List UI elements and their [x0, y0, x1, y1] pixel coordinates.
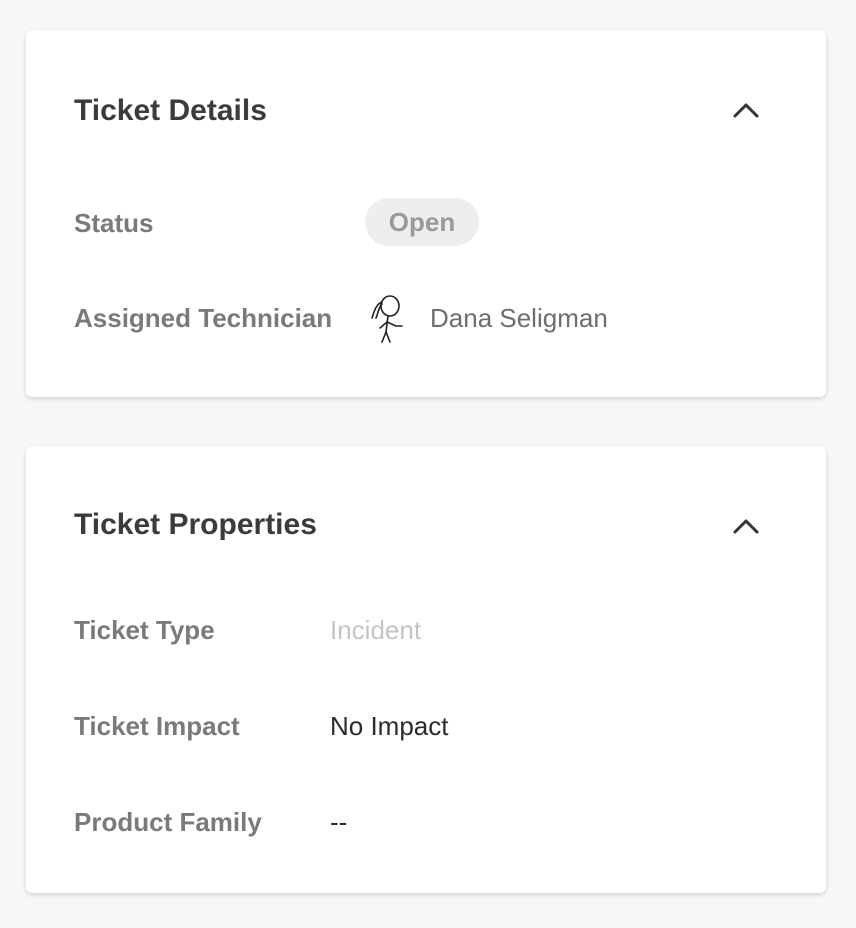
ticket-details-title: Ticket Details: [74, 94, 267, 127]
ticket-details-card: Ticket Details Status Open Assigned Tech…: [26, 30, 826, 397]
chevron-up-icon: [733, 519, 759, 534]
status-label: Status: [74, 208, 154, 238]
assigned-technician-name[interactable]: Dana Seligman: [430, 305, 608, 331]
ticket-type-label: Ticket Type: [74, 615, 215, 645]
ticket-impact-label: Ticket Impact: [74, 711, 240, 741]
ticket-impact-value[interactable]: No Impact: [330, 713, 449, 739]
ticket-type-value[interactable]: Incident: [330, 617, 421, 643]
product-family-label: Product Family: [74, 807, 262, 837]
chevron-up-icon: [733, 103, 759, 118]
product-family-value[interactable]: --: [330, 809, 347, 835]
ticket-properties-card: Ticket Properties Ticket Type Incident T…: [26, 446, 826, 893]
avatar-icon: [371, 295, 403, 343]
collapse-ticket-properties-button[interactable]: [726, 506, 766, 546]
collapse-ticket-details-button[interactable]: [726, 90, 766, 130]
ticket-properties-title: Ticket Properties: [74, 508, 317, 541]
status-badge: Open: [365, 198, 479, 246]
assigned-technician-label: Assigned Technician: [74, 303, 333, 333]
